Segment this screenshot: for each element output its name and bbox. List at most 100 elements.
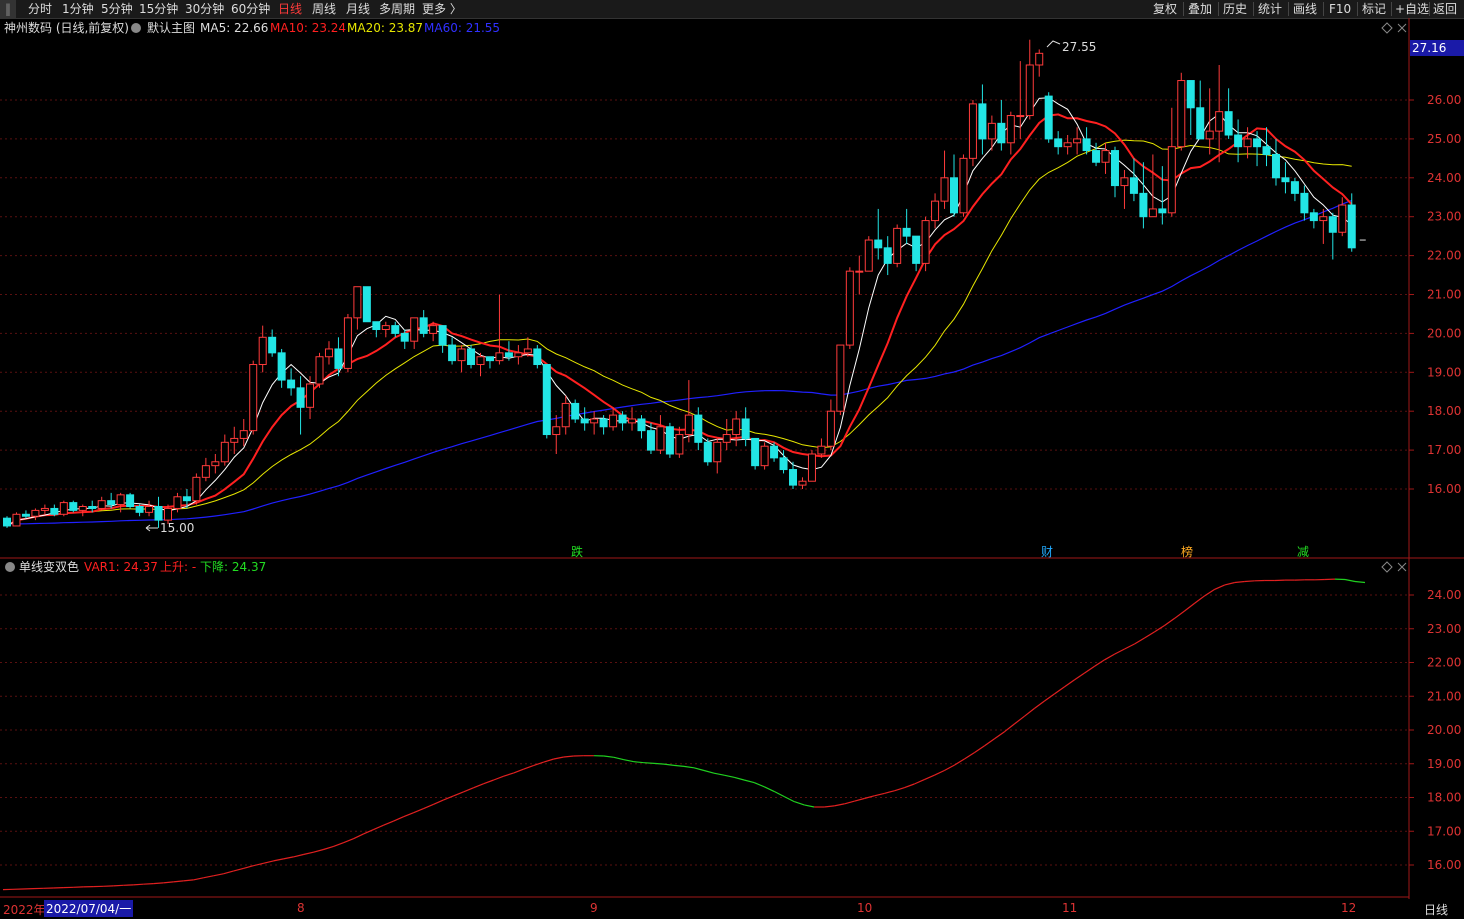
candle-body (1319, 216, 1328, 222)
current-price-label: 27.16 (1412, 41, 1446, 55)
main-axis-label: 18.00 (1427, 404, 1461, 418)
candle-body (864, 239, 873, 272)
candle-body (1054, 138, 1063, 148)
candle-body (1186, 80, 1195, 109)
var1-segment (233, 867, 244, 872)
history-button[interactable]: 历史 (1223, 0, 1247, 18)
template-name[interactable]: 默认主图 (147, 20, 195, 35)
f10-button[interactable]: F10 (1329, 0, 1351, 18)
var1-segment (673, 764, 685, 767)
var1-segment (403, 812, 414, 818)
var1-segment (423, 803, 434, 810)
overlay-button[interactable]: 叠加 (1188, 0, 1212, 18)
ma5-line (6, 97, 1352, 527)
period-tab-1min[interactable]: 1分钟 (62, 0, 94, 18)
var1-segment (643, 762, 655, 764)
candle-body (145, 506, 154, 513)
candle-body (826, 410, 835, 447)
main-close-icon[interactable] (1397, 23, 1407, 33)
candle-body (1073, 138, 1082, 144)
sub-close-icon[interactable] (1397, 562, 1407, 572)
ma10-line (6, 113, 1353, 527)
candle-body (1338, 204, 1347, 233)
candle-body (457, 348, 466, 362)
back-button[interactable]: 返回 (1433, 0, 1457, 18)
event-marker-reduce[interactable]: 减 (1297, 545, 1309, 559)
main-axis-label: 22.00 (1427, 249, 1461, 263)
candle-body (628, 418, 637, 424)
var1-segment (473, 783, 484, 789)
indicator-dropdown-icon[interactable] (5, 562, 15, 572)
var1-segment (613, 756, 625, 761)
candle-body (675, 434, 684, 455)
var1-segment (653, 762, 665, 765)
candle-body (1044, 95, 1053, 140)
var1-segment (874, 792, 885, 797)
var1-segment (223, 870, 234, 875)
var1-segment (1104, 653, 1115, 661)
candlestick-series (3, 39, 1366, 528)
chart-canvas[interactable]: 16.00 17.00 18.00 19.00 20.00 21.00 22.00 23.00… (0, 18, 1464, 899)
var1-segment (1184, 602, 1196, 612)
candle-body (1101, 150, 1110, 163)
var1-segment (1014, 715, 1025, 725)
candle-body (1262, 146, 1271, 155)
ma5-series (6, 97, 1352, 527)
event-marker-finance[interactable]: 财 (1041, 545, 1053, 559)
period-indicator[interactable]: 日线 (1424, 901, 1448, 918)
candle-body (324, 348, 333, 358)
candle-body (703, 441, 712, 463)
var1-segment (303, 851, 314, 856)
period-tab-5min[interactable]: 5分钟 (101, 0, 133, 18)
period-tab-15min[interactable]: 15分钟 (139, 0, 178, 18)
mark-button[interactable]: 标记 (1362, 0, 1386, 18)
period-tab-60min[interactable]: 60分钟 (231, 0, 270, 18)
restore-rights-button[interactable]: 复权 (1153, 0, 1177, 18)
candle-body (476, 356, 485, 366)
draw-line-button[interactable]: 画线 (1293, 0, 1317, 18)
candle-body (381, 325, 390, 331)
candle-body (987, 122, 996, 140)
candle-body (97, 500, 106, 509)
var1-segment (563, 755, 574, 758)
var1-segment (954, 758, 965, 766)
statistics-button[interactable]: 统计 (1258, 0, 1282, 18)
period-tab-30min[interactable]: 30分钟 (185, 0, 224, 18)
template-dropdown-icon[interactable] (131, 23, 141, 33)
main-axis-label: 24.00 (1427, 171, 1461, 185)
var1-series (2, 578, 1366, 891)
add-watchlist-button[interactable]: +自选 (1395, 0, 1429, 18)
sub-options-diamond-icon[interactable] (1381, 561, 1393, 573)
high-annotation: 27.55 (1046, 40, 1096, 54)
indicator-name[interactable]: 单线变双色 (19, 559, 79, 574)
main-axis-label: 25.00 (1427, 132, 1461, 146)
var1-segment (623, 759, 635, 763)
main-axis-label: 17.00 (1427, 443, 1461, 457)
month-tick-aug: 8 (297, 901, 305, 915)
event-marker-list[interactable]: 榜 (1181, 544, 1193, 559)
period-tab-intraday[interactable]: 分时 (28, 0, 52, 18)
candle-body (940, 177, 949, 202)
period-tab-daily[interactable]: 日线 (278, 0, 302, 18)
sub-axis-label: 17.00 (1427, 824, 1461, 838)
event-marker-drop[interactable]: 跌 (571, 544, 583, 559)
period-tab-multi[interactable]: 多周期 (379, 0, 415, 18)
candle-body (1148, 208, 1157, 218)
period-tab-more[interactable]: 更多 〉 (422, 0, 462, 18)
var1-segment (773, 790, 785, 798)
candle-body (249, 364, 258, 432)
var1-segment (824, 805, 835, 808)
period-tab-weekly[interactable]: 周线 (312, 0, 336, 18)
candle-body (230, 437, 239, 443)
var1-segment (894, 787, 905, 792)
toolbar-handle-icon[interactable]: ‖ (0, 0, 16, 18)
period-tab-monthly[interactable]: 月线 (346, 0, 370, 18)
var1-segment (113, 884, 124, 887)
candle-body (126, 494, 135, 508)
var1-segment (663, 763, 675, 766)
main-options-diamond-icon[interactable] (1381, 22, 1393, 34)
ma20-legend: MA20: 23.87 (347, 21, 423, 35)
candle-body (372, 321, 381, 331)
candle-body (741, 418, 750, 439)
candle-body (154, 506, 163, 521)
